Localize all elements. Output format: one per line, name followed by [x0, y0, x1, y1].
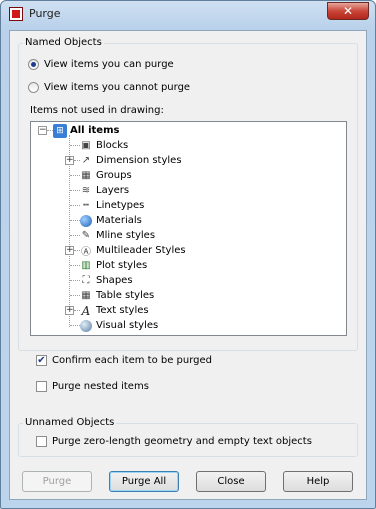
collapse-all-items-icon[interactable]: −: [38, 126, 47, 135]
tree-item-label: Groups: [96, 170, 132, 181]
app-icon: [9, 7, 23, 21]
tree-item-groups[interactable]: ▦ Groups: [79, 168, 132, 183]
plot-styles-icon: ▥: [81, 260, 91, 271]
purge-nested-items-label: Purge nested items: [52, 381, 149, 392]
purge-zero-length-label: Purge zero-length geometry and empty tex…: [52, 436, 312, 447]
tree-item-label: Multileader Styles: [96, 245, 186, 256]
text-styles-icon: A: [81, 303, 91, 318]
purge-dialog: Purge ✕ Named Objects View items you can…: [0, 0, 376, 509]
tree-item-label: Linetypes: [96, 200, 145, 211]
close-window-button[interactable]: ✕: [327, 2, 369, 20]
tree-root-label: All items: [70, 125, 120, 136]
tree-item-mline-styles[interactable]: ✎ Mline styles: [79, 228, 155, 243]
expand-multileader-styles-icon[interactable]: +: [65, 246, 74, 255]
tree-item-label: Dimension styles: [96, 155, 182, 166]
view-cannot-purge-label: View items you cannot purge: [44, 82, 191, 93]
purge-all-button[interactable]: Purge All: [109, 471, 179, 492]
materials-icon: [79, 214, 93, 228]
radio-selected-icon: [28, 59, 39, 70]
tree-caption: Items not used in drawing:: [30, 105, 164, 116]
tree-item-visual-styles[interactable]: Visual styles: [79, 318, 158, 333]
tree-item-label: Visual styles: [96, 320, 159, 331]
tree-item-label: Materials: [96, 215, 142, 226]
tree-item-dimension-styles[interactable]: ↗ Dimension styles: [79, 153, 182, 168]
tree-item-label: Blocks: [96, 140, 129, 151]
tree-item-text-styles[interactable]: A Text styles: [79, 303, 149, 318]
tree-item-label: Mline styles: [96, 230, 156, 241]
radio-unselected-icon: [28, 82, 39, 93]
help-button[interactable]: Help: [283, 471, 353, 492]
tree-item-layers[interactable]: ≋ Layers: [79, 183, 129, 198]
linetypes-icon: ┅: [82, 200, 90, 211]
tree-item-plot-styles[interactable]: ▥ Plot styles: [79, 258, 147, 273]
groups-icon: ▦: [81, 170, 91, 181]
named-objects-label: Named Objects: [23, 37, 104, 48]
unnamed-objects-label: Unnamed Objects: [23, 417, 117, 428]
tree-item-label: Text styles: [96, 305, 149, 316]
items-tree[interactable]: − ⊞ All items ▣ Blocks + ↗ Dimension sty…: [30, 121, 347, 336]
layers-icon: ≋: [81, 185, 91, 196]
dialog-client-area: Named Objects View items you can purge V…: [9, 30, 367, 500]
purge-zero-length-checkbox[interactable]: Purge zero-length geometry and empty tex…: [36, 436, 312, 447]
window-title: Purge: [29, 7, 61, 20]
blocks-icon: ▣: [81, 140, 91, 151]
tree-item-blocks[interactable]: ▣ Blocks: [79, 138, 128, 153]
multileader-styles-icon: Ⓐ: [81, 247, 91, 258]
tree-root-all-items[interactable]: ⊞ All items: [53, 123, 119, 138]
tree-item-materials[interactable]: Materials: [79, 213, 142, 228]
tree-item-label: Layers: [96, 185, 130, 196]
table-styles-icon: ▦: [81, 290, 91, 301]
tree-item-linetypes[interactable]: ┅ Linetypes: [79, 198, 144, 213]
unchecked-icon: [36, 381, 47, 392]
mline-styles-icon: ✎: [81, 230, 91, 241]
tree-item-table-styles[interactable]: ▦ Table styles: [79, 288, 154, 303]
unchecked-icon: [36, 436, 47, 447]
tree-item-multileader-styles[interactable]: Ⓐ Multileader Styles: [79, 243, 186, 258]
view-cannot-purge-radio[interactable]: View items you cannot purge: [28, 82, 190, 93]
confirm-each-item-label: Confirm each item to be purged: [52, 355, 213, 366]
tree-item-label: Shapes: [96, 275, 133, 286]
expand-dimension-styles-icon[interactable]: +: [65, 156, 74, 165]
purge-button[interactable]: Purge: [22, 471, 92, 492]
tree-item-label: Plot styles: [96, 260, 148, 271]
tree-item-shapes[interactable]: ⛶ Shapes: [79, 273, 133, 288]
visual-styles-icon: [79, 319, 93, 333]
confirm-each-item-checkbox[interactable]: ✔ Confirm each item to be purged: [36, 355, 212, 366]
purge-nested-items-checkbox[interactable]: Purge nested items: [36, 381, 149, 392]
shapes-icon: ⛶: [82, 275, 90, 286]
view-can-purge-radio[interactable]: View items you can purge: [28, 59, 174, 70]
all-items-icon: ⊞: [53, 123, 67, 138]
view-can-purge-label: View items you can purge: [44, 59, 174, 70]
checked-icon: ✔: [36, 355, 47, 366]
dimension-styles-icon: ↗: [81, 155, 91, 166]
tree-item-label: Table styles: [96, 290, 155, 301]
expand-text-styles-icon[interactable]: +: [65, 306, 74, 315]
title-bar[interactable]: Purge ✕: [1, 1, 375, 29]
close-button[interactable]: Close: [196, 471, 266, 492]
